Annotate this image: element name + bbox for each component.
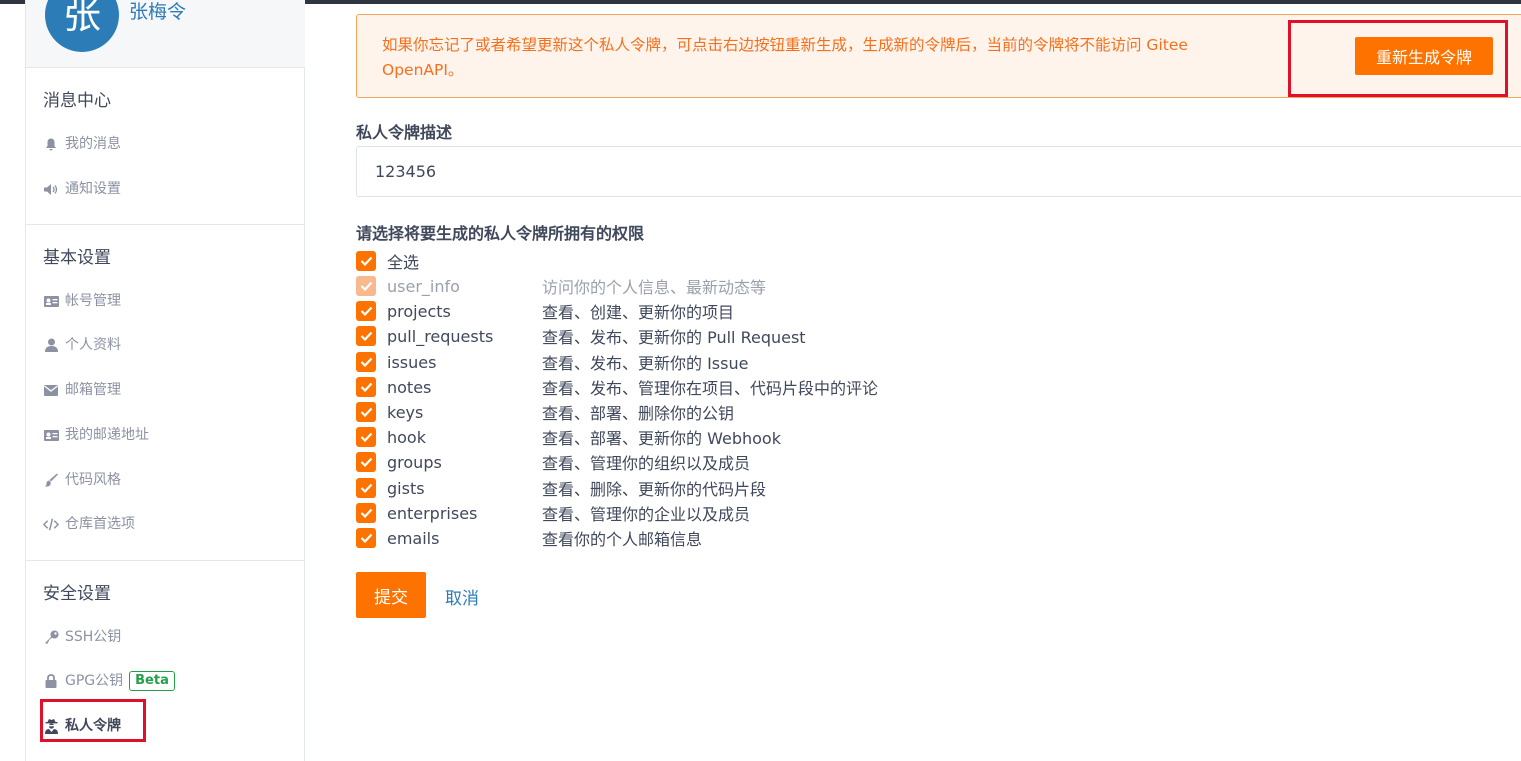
divider — [26, 560, 305, 561]
permission-description: 查看、管理你的企业以及成员 — [542, 505, 751, 524]
section-title-basic-settings: 基本设置 — [43, 248, 111, 268]
cancel-link[interactable]: 取消 — [445, 584, 479, 609]
notice-text: 如果你忘记了或者希望更新这个私人令牌，可点击右边按钮重新生成，生成新的令牌后，当… — [382, 36, 1188, 79]
volume-icon — [43, 182, 59, 196]
permission-checkbox[interactable] — [356, 503, 376, 523]
permission-name: keys — [387, 402, 424, 422]
sidebar-item-repo-preferences[interactable]: 仓库首选项 — [43, 514, 135, 534]
sidebar-item-email[interactable]: 邮箱管理 — [43, 380, 121, 400]
permission-name: hook — [387, 427, 426, 447]
permission-checkbox[interactable] — [356, 478, 376, 498]
permission-row-groups[interactable]: groups 查看、管理你的组织以及成员 — [356, 451, 1056, 473]
sidebar-item-label: 邮箱管理 — [65, 382, 121, 398]
permission-checkbox[interactable] — [356, 452, 376, 472]
permission-row-notes[interactable]: notes 查看、发布、管理你在项目、代码片段中的评论 — [356, 376, 1056, 398]
sidebar-item-label: SSH公钥 — [65, 629, 122, 645]
permission-row-enterprises[interactable]: enterprises 查看、管理你的企业以及成员 — [356, 502, 1056, 524]
sidebar-item-my-messages[interactable]: 我的消息 — [43, 134, 121, 154]
beta-badge: Beta — [129, 671, 175, 691]
permission-description: 查看你的个人邮箱信息 — [542, 530, 703, 549]
sidebar-item-account[interactable]: 帐号管理 — [43, 291, 121, 311]
permissions-label: 请选择将要生成的私人令牌所拥有的权限 — [356, 224, 645, 243]
permission-checkbox[interactable] — [356, 402, 376, 422]
avatar[interactable]: 张 — [45, 0, 119, 52]
permission-description: 查看、管理你的组织以及成员 — [542, 454, 751, 473]
settings-sidebar: 张 张梅令 消息中心 我的消息 通知设置 基本设置 帐号管理 个人资料 邮箱管理… — [25, 0, 305, 761]
sidebar-item-label: 通知设置 — [65, 181, 121, 197]
permission-description: 查看、创建、更新你的项目 — [542, 303, 735, 322]
permission-name: notes — [387, 377, 432, 397]
user-icon — [43, 338, 59, 352]
permission-checkbox[interactable] — [356, 352, 376, 372]
permission-checkbox — [356, 276, 376, 296]
select-all-checkbox[interactable] — [356, 251, 376, 271]
permission-row-hook[interactable]: hook 查看、部署、更新你的 Webhook — [356, 426, 1056, 448]
bell-icon — [43, 137, 59, 151]
sidebar-item-code-style[interactable]: 代码风格 — [43, 470, 121, 490]
select-all-label: 全选 — [387, 253, 420, 272]
permission-row-issues[interactable]: issues 查看、发布、更新你的 Issue — [356, 351, 1056, 373]
key-icon — [43, 630, 59, 644]
section-title-messages: 消息中心 — [43, 91, 111, 111]
divider — [26, 224, 305, 225]
submit-button[interactable]: 提交 — [356, 572, 426, 618]
permission-description: 查看、部署、更新你的 Webhook — [542, 429, 781, 448]
sidebar-item-label: 仓库首选项 — [65, 516, 135, 532]
code-icon — [43, 517, 59, 531]
id-card-icon — [43, 294, 59, 308]
permission-name: groups — [387, 452, 442, 472]
permission-checkbox[interactable] — [356, 326, 376, 346]
permission-row-emails[interactable]: emails 查看你的个人邮箱信息 — [356, 527, 1056, 549]
permission-checkbox[interactable] — [356, 301, 376, 321]
highlight-box-regenerate — [1288, 20, 1508, 97]
permission-name: emails — [387, 528, 440, 548]
sidebar-item-ssh-keys[interactable]: SSH公钥 — [43, 627, 121, 647]
permission-description: 查看、发布、更新你的 Pull Request — [542, 328, 806, 347]
envelope-icon — [43, 383, 59, 397]
permission-name: projects — [387, 301, 451, 321]
profile-header: 张 张梅令 — [26, 0, 305, 68]
select-all-row[interactable]: 全选 — [356, 250, 1056, 272]
permission-name: enterprises — [387, 503, 478, 523]
permission-row-user-info[interactable]: user_info 访问你的个人信息、最新动态等 — [356, 275, 1056, 297]
sidebar-item-label: GPG公钥 — [65, 673, 124, 689]
permission-row-gists[interactable]: gists 查看、删除、更新你的代码片段 — [356, 477, 1056, 499]
permission-row-projects[interactable]: projects 查看、创建、更新你的项目 — [356, 300, 1056, 322]
permission-row-pull-requests[interactable]: pull_requests 查看、发布、更新你的 Pull Request — [356, 325, 1056, 347]
permission-checkbox[interactable] — [356, 528, 376, 548]
permission-name: gists — [387, 478, 425, 498]
permission-name: pull_requests — [387, 326, 494, 346]
sidebar-item-mailing-address[interactable]: 我的邮递地址 — [43, 425, 149, 445]
sidebar-item-label: 帐号管理 — [65, 293, 121, 309]
permission-checkbox[interactable] — [356, 427, 376, 447]
id-card-icon — [43, 428, 59, 442]
sidebar-item-notification-settings[interactable]: 通知设置 — [43, 179, 121, 199]
sidebar-item-label: 我的邮递地址 — [65, 427, 149, 443]
username[interactable]: 张梅令 — [129, 0, 186, 24]
highlight-box-sidebar — [40, 699, 146, 742]
sidebar-item-label: 代码风格 — [65, 472, 121, 488]
permission-description: 查看、发布、更新你的 Issue — [542, 354, 749, 373]
permission-description: 查看、发布、管理你在项目、代码片段中的评论 — [542, 379, 879, 398]
permission-description: 查看、删除、更新你的代码片段 — [542, 480, 767, 499]
permission-checkbox[interactable] — [356, 377, 376, 397]
sidebar-item-label: 个人资料 — [65, 337, 121, 353]
sidebar-item-label: 我的消息 — [65, 136, 121, 152]
permission-name: user_info — [387, 276, 460, 296]
token-description-input[interactable] — [356, 146, 1521, 197]
section-title-security-settings: 安全设置 — [43, 584, 111, 604]
lock-icon — [43, 674, 59, 688]
permission-description: 查看、部署、删除你的公钥 — [542, 404, 735, 423]
token-description-label: 私人令牌描述 — [356, 123, 453, 142]
brush-icon — [43, 473, 59, 487]
sidebar-item-profile[interactable]: 个人资料 — [43, 335, 121, 355]
permission-row-keys[interactable]: keys 查看、部署、删除你的公钥 — [356, 401, 1056, 423]
permission-description: 访问你的个人信息、最新动态等 — [542, 278, 767, 297]
sidebar-item-gpg-keys[interactable]: GPG公钥 Beta — [43, 671, 175, 691]
permission-name: issues — [387, 352, 437, 372]
